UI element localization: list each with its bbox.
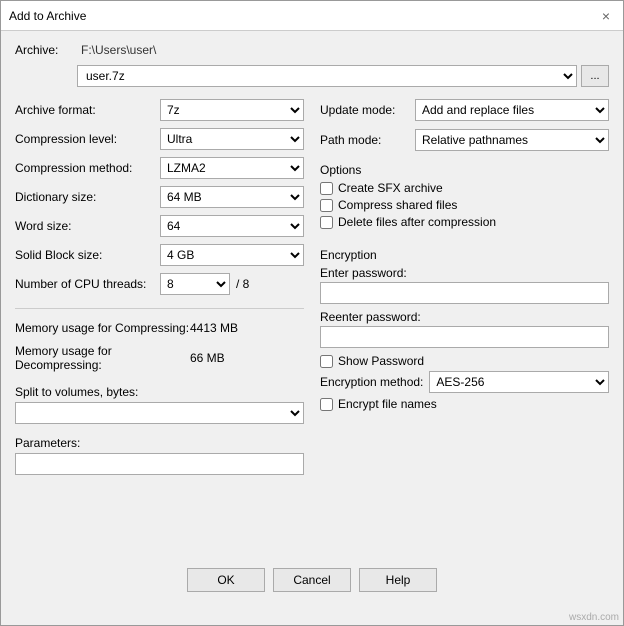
format-select[interactable]: 7zziptar (160, 99, 304, 121)
split-label: Split to volumes, bytes: (15, 385, 304, 399)
update-mode-row: Update mode: Add and replace files Updat… (320, 99, 609, 121)
compression-method-row: Compression method: LZMA2LZMAPPMd (15, 157, 304, 179)
encryption-group: Encryption Enter password: Reenter passw… (320, 248, 609, 414)
enc-method-row: Encryption method: AES-256 ZipCrypto (320, 371, 609, 393)
compression-method-label: Compression method: (15, 161, 160, 175)
mem-compress-label: Memory usage for Compressing: (15, 321, 190, 335)
create-sfx-checkbox[interactable] (320, 182, 333, 195)
main-window: Add to Archive × Archive: F:\Users\user\… (0, 0, 624, 626)
ok-button[interactable]: OK (187, 568, 265, 592)
archive-label: Archive: (15, 43, 73, 57)
path-mode-label: Path mode: (320, 133, 415, 147)
path-mode-select[interactable]: Relative pathnames Full pathnames (415, 129, 609, 151)
enter-pass-label: Enter password: (320, 266, 609, 280)
button-bar: OK Cancel Help (15, 556, 609, 600)
split-select[interactable] (15, 402, 304, 424)
delete-files-label: Delete files after compression (338, 215, 496, 229)
options-group: Options Create SFX archive Compress shar… (320, 163, 609, 232)
compress-shared-checkbox[interactable] (320, 199, 333, 212)
mem-compress-value: 4413 MB (190, 321, 238, 335)
main-area: Archive format: 7zziptar Compression lev… (15, 99, 609, 556)
solid-block-row: Solid Block size: 4 GB1 GBNon-solid (15, 244, 304, 266)
close-button[interactable]: × (597, 7, 615, 25)
word-size-select[interactable]: 6496128 (160, 215, 304, 237)
dict-size-row: Dictionary size: 64 MB128 MB256 MB (15, 186, 304, 208)
show-password-label: Show Password (338, 354, 424, 368)
split-section: Split to volumes, bytes: (15, 385, 304, 424)
mem-compress-row: Memory usage for Compressing: 4413 MB (15, 319, 304, 337)
solid-block-select[interactable]: 4 GB1 GBNon-solid (160, 244, 304, 266)
mem-decompress-label: Memory usage for Decompressing: (15, 344, 190, 372)
cpu-row: Number of CPU threads: 8421 / 8 (15, 273, 304, 295)
archive-filename-select[interactable]: user.7z (77, 65, 577, 87)
watermark: wsxdn.com (1, 612, 623, 625)
cpu-label: Number of CPU threads: (15, 277, 160, 291)
title-bar: Add to Archive × (1, 1, 623, 31)
encrypt-names-label: Encrypt file names (338, 397, 437, 411)
word-size-row: Word size: 6496128 (15, 215, 304, 237)
encryption-title: Encryption (320, 248, 609, 262)
show-password-row: Show Password (320, 354, 609, 368)
archive-path: F:\Users\user\ (81, 43, 156, 57)
enter-password-input[interactable] (320, 282, 609, 304)
params-input[interactable] (15, 453, 304, 475)
show-password-checkbox[interactable] (320, 355, 333, 368)
right-panel: Update mode: Add and replace files Updat… (320, 99, 609, 556)
create-sfx-label: Create SFX archive (338, 181, 443, 195)
encrypt-names-checkbox[interactable] (320, 398, 333, 411)
word-size-label: Word size: (15, 219, 160, 233)
compress-shared-row: Compress shared files (320, 198, 609, 212)
dict-size-label: Dictionary size: (15, 190, 160, 204)
dict-size-select[interactable]: 64 MB128 MB256 MB (160, 186, 304, 208)
solid-block-label: Solid Block size: (15, 248, 160, 262)
compression-level-row: Compression level: UltraMaximumNormal (15, 128, 304, 150)
dialog-content: Archive: F:\Users\user\ user.7z ... Arch… (1, 31, 623, 612)
options-title: Options (320, 163, 609, 177)
params-label: Parameters: (15, 436, 304, 450)
compress-shared-label: Compress shared files (338, 198, 457, 212)
cpu-select[interactable]: 8421 (160, 273, 230, 295)
help-button[interactable]: Help (359, 568, 437, 592)
browse-button[interactable]: ... (581, 65, 609, 87)
enc-method-label: Encryption method: (320, 375, 423, 389)
left-panel: Archive format: 7zziptar Compression lev… (15, 99, 304, 556)
delete-files-row: Delete files after compression (320, 215, 609, 229)
encrypt-names-row: Encrypt file names (320, 397, 609, 411)
update-mode-select[interactable]: Add and replace files Update and add fil… (415, 99, 609, 121)
reenter-password-input[interactable] (320, 326, 609, 348)
reenter-pass-label: Reenter password: (320, 310, 609, 324)
enc-method-select[interactable]: AES-256 ZipCrypto (429, 371, 609, 393)
create-sfx-row: Create SFX archive (320, 181, 609, 195)
compression-method-select[interactable]: LZMA2LZMAPPMd (160, 157, 304, 179)
archive-input-row: user.7z ... (15, 65, 609, 87)
mem-decompress-value: 66 MB (190, 351, 225, 365)
compression-level-select[interactable]: UltraMaximumNormal (160, 128, 304, 150)
cancel-button[interactable]: Cancel (273, 568, 351, 592)
path-mode-row: Path mode: Relative pathnames Full pathn… (320, 129, 609, 151)
compression-level-label: Compression level: (15, 132, 160, 146)
archive-path-row: Archive: F:\Users\user\ (15, 43, 609, 57)
window-title: Add to Archive (9, 9, 86, 23)
delete-files-checkbox[interactable] (320, 216, 333, 229)
format-label: Archive format: (15, 103, 160, 117)
mem-decompress-row: Memory usage for Decompressing: 66 MB (15, 344, 304, 372)
update-mode-label: Update mode: (320, 103, 415, 117)
divider-1 (15, 308, 304, 309)
cpu-total: / 8 (236, 277, 249, 291)
params-section: Parameters: (15, 436, 304, 475)
format-row: Archive format: 7zziptar (15, 99, 304, 121)
